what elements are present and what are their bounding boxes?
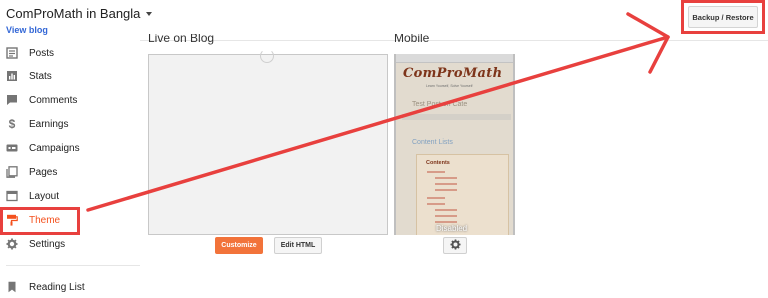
live-theme-preview[interactable]: [148, 49, 388, 235]
stats-icon: [6, 70, 18, 82]
mobile-label: Mobile: [394, 34, 430, 45]
mobile-preview-topbar: [396, 54, 513, 63]
customize-button[interactable]: Customize: [215, 237, 263, 254]
comments-icon: [6, 94, 18, 106]
toc-line: [435, 209, 457, 211]
toc-line: [435, 177, 457, 179]
toc-line: [427, 203, 445, 205]
toc-line: [435, 215, 457, 217]
chevron-down-icon: [146, 11, 153, 16]
gear-icon: [6, 238, 18, 250]
sidebar-item-campaigns[interactable]: Campaigns: [6, 138, 80, 158]
sidebar-item-label: Settings: [29, 238, 66, 250]
mobile-preview-post-title: Test Post on Cate: [412, 101, 468, 108]
sidebar-item-comments[interactable]: Comments: [6, 90, 77, 110]
mobile-theme-preview[interactable]: ComProMath Learn Yourself, Solve Yoursel…: [394, 54, 515, 235]
sidebar-item-label: Posts: [29, 47, 55, 59]
mobile-preview-brand: ComProMath: [403, 66, 503, 81]
toc-line: [427, 197, 445, 199]
toc-heading: Contents: [426, 160, 450, 166]
blog-title-dropdown[interactable]: ComProMath in Bangla: [6, 6, 153, 21]
toc-line: [427, 171, 445, 173]
mobile-preview-page: ComProMath Learn Yourself, Solve Yoursel…: [396, 54, 513, 235]
sidebar-item-label: Comments: [29, 94, 78, 106]
edit-html-button[interactable]: Edit HTML: [274, 237, 322, 254]
mobile-preview-toc: Contents: [416, 154, 509, 235]
bookmark-icon: [6, 281, 18, 293]
toc-line: [435, 183, 457, 185]
live-on-blog-label: Live on Blog: [148, 34, 215, 45]
blog-title: ComProMath in Bangla: [6, 6, 141, 21]
mobile-preview-tagline: Learn Yourself, Solve Yourself: [426, 84, 473, 88]
sidebar-item-layout[interactable]: Layout: [6, 186, 59, 206]
mobile-preview-section-title: Content Lists: [412, 139, 453, 146]
sidebar-item-label: Campaigns: [29, 142, 80, 154]
dollar-icon: $: [8, 117, 16, 131]
backup-restore-button[interactable]: Backup / Restore: [688, 6, 758, 28]
sidebar-item-label: Pages: [29, 166, 58, 178]
sidebar-item-settings[interactable]: Settings: [6, 234, 65, 254]
sidebar-divider: [6, 265, 140, 266]
toc-line: [435, 189, 457, 191]
sidebar-item-label: Earnings: [29, 118, 69, 130]
loading-spinner-icon: [260, 49, 274, 63]
sidebar-item-label: Stats: [29, 70, 52, 82]
sidebar-item-label: Reading List: [29, 281, 85, 293]
theme-highlight-box: [0, 207, 80, 235]
header-divider: [140, 40, 768, 41]
view-blog-link[interactable]: View blog: [6, 25, 48, 35]
campaigns-icon: [6, 142, 18, 154]
posts-icon: [6, 47, 18, 59]
sidebar-item-pages[interactable]: Pages: [6, 162, 57, 182]
mobile-settings-button[interactable]: [443, 237, 467, 254]
sidebar-item-reading-list[interactable]: Reading List: [6, 277, 85, 297]
mobile-preview-band: [402, 114, 511, 120]
mobile-disabled-overlay: Disabled: [436, 224, 468, 233]
pages-icon: [6, 166, 18, 178]
toc-line: [435, 221, 457, 223]
sidebar-item-label: Layout: [29, 190, 60, 202]
sidebar-item-stats[interactable]: Stats: [6, 66, 52, 86]
layout-icon: [6, 190, 18, 202]
sidebar-item-earnings[interactable]: $ Earnings: [6, 114, 69, 134]
sidebar-item-posts[interactable]: Posts: [6, 43, 54, 63]
gear-icon: [449, 237, 461, 255]
